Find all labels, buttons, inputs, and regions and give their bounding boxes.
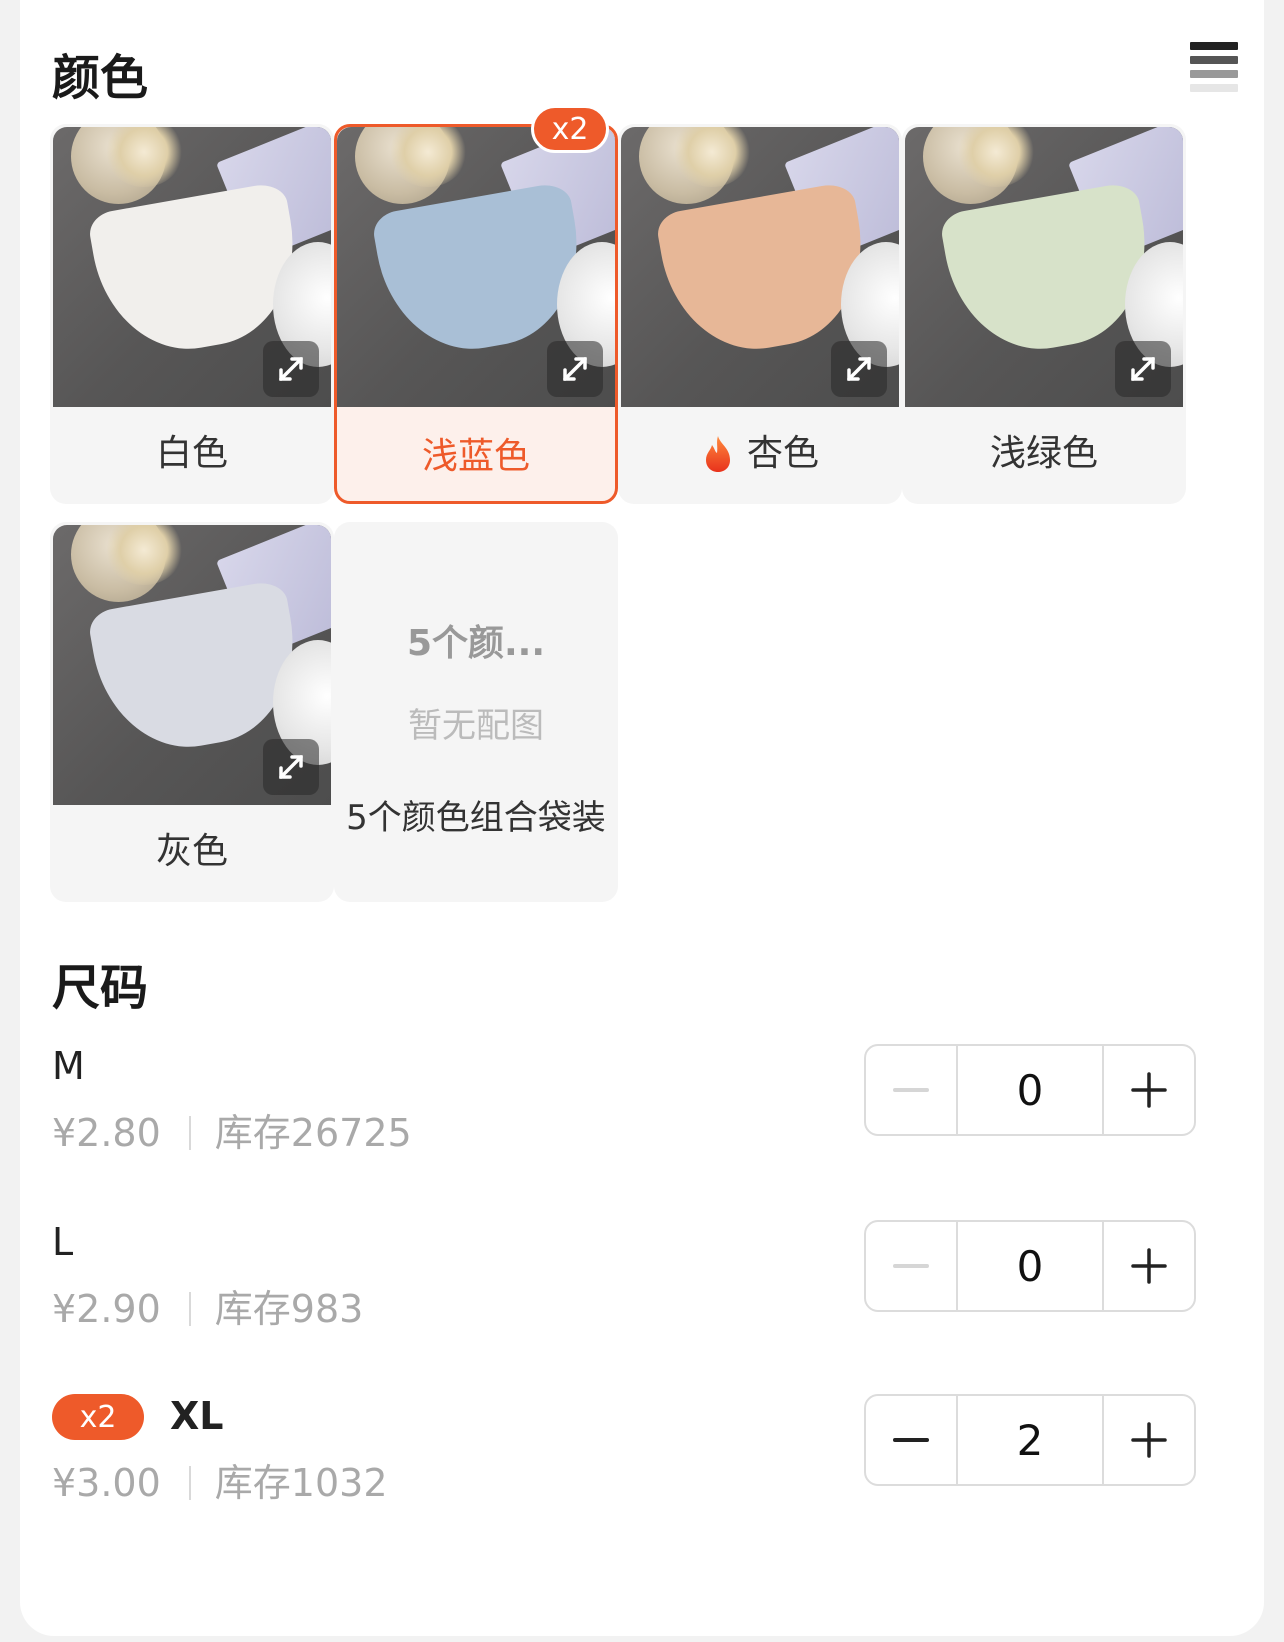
color-label: 浅绿色 (989, 433, 1098, 474)
expand-icon[interactable] (263, 739, 319, 795)
size-name: XL (170, 1394, 224, 1438)
sku-panel: 颜色 白色 浅蓝色 x2 杏色 浅绿色 灰色 5个颜... 暂无配图 5个颜色组… (20, 0, 1264, 1636)
divider (188, 1116, 191, 1150)
quantity-stepper: 0 (864, 1220, 1196, 1312)
quantity-stepper: 2 (864, 1394, 1196, 1486)
size-meta: ¥2.90 库存983 (52, 1278, 363, 1333)
color-label-wrap: 杏色 (618, 414, 902, 494)
minus-icon[interactable] (866, 1046, 956, 1134)
quantity-stepper: 0 (864, 1044, 1196, 1136)
expand-icon[interactable] (547, 341, 603, 397)
quantity-value[interactable]: 2 (956, 1396, 1104, 1484)
quantity-badge: x2 (531, 105, 609, 153)
size-price: ¥2.90 (52, 1287, 161, 1331)
quantity-badge: x2 (52, 1394, 144, 1440)
color-option-white[interactable]: 白色 (50, 124, 334, 504)
quantity-value[interactable]: 0 (956, 1046, 1104, 1134)
product-image (337, 127, 615, 407)
minus-icon[interactable] (866, 1222, 956, 1310)
color-section-title: 颜色 (52, 50, 149, 106)
size-name: L (52, 1220, 74, 1264)
fire-icon (701, 434, 735, 474)
color-label: 5个颜色组合袋装 (346, 798, 606, 838)
color-option-light-green[interactable]: 浅绿色 (902, 124, 1186, 504)
size-meta: ¥3.00 库存1032 (52, 1452, 388, 1507)
size-row-l: L ¥2.90 库存983 0 (52, 1220, 1232, 1350)
color-option-combo-pack[interactable]: 5个颜... 暂无配图 5个颜色组合袋装 (334, 522, 618, 902)
color-option-gray[interactable]: 灰色 (50, 522, 334, 902)
size-row-m: M ¥2.80 库存26725 0 (52, 1044, 1232, 1174)
color-label: 白色 (155, 433, 228, 474)
size-price: ¥3.00 (52, 1461, 161, 1505)
size-row-xl: x2 XL ¥3.00 库存1032 2 (52, 1394, 1232, 1524)
no-image-title: 5个颜... (406, 623, 546, 664)
size-section-title: 尺码 (52, 960, 149, 1016)
color-label: 杏色 (746, 433, 819, 474)
product-image (621, 127, 899, 407)
expand-icon[interactable] (831, 341, 887, 397)
divider (188, 1466, 191, 1500)
color-option-light-blue[interactable]: 浅蓝色 x2 (334, 105, 618, 504)
product-image (905, 127, 1183, 407)
divider (188, 1292, 191, 1326)
color-label: 灰色 (155, 831, 228, 872)
no-image-text: 暂无配图 (408, 706, 544, 746)
color-label: 浅蓝色 (421, 436, 530, 477)
expand-icon[interactable] (263, 341, 319, 397)
minus-icon[interactable] (866, 1396, 956, 1484)
plus-icon[interactable] (1104, 1222, 1194, 1310)
size-stock: 库存1032 (214, 1461, 388, 1505)
plus-icon[interactable] (1104, 1396, 1194, 1484)
plus-icon[interactable] (1104, 1046, 1194, 1134)
list-view-icon[interactable] (1190, 42, 1240, 92)
expand-icon[interactable] (1115, 341, 1171, 397)
color-option-apricot[interactable]: 杏色 (618, 124, 902, 504)
size-price: ¥2.80 (52, 1111, 161, 1155)
size-stock: 库存983 (214, 1287, 364, 1331)
size-meta: ¥2.80 库存26725 (52, 1102, 412, 1157)
quantity-value[interactable]: 0 (956, 1222, 1104, 1310)
product-image (53, 127, 331, 407)
product-image (53, 525, 331, 805)
size-name: M (52, 1044, 85, 1088)
size-stock: 库存26725 (214, 1111, 412, 1155)
